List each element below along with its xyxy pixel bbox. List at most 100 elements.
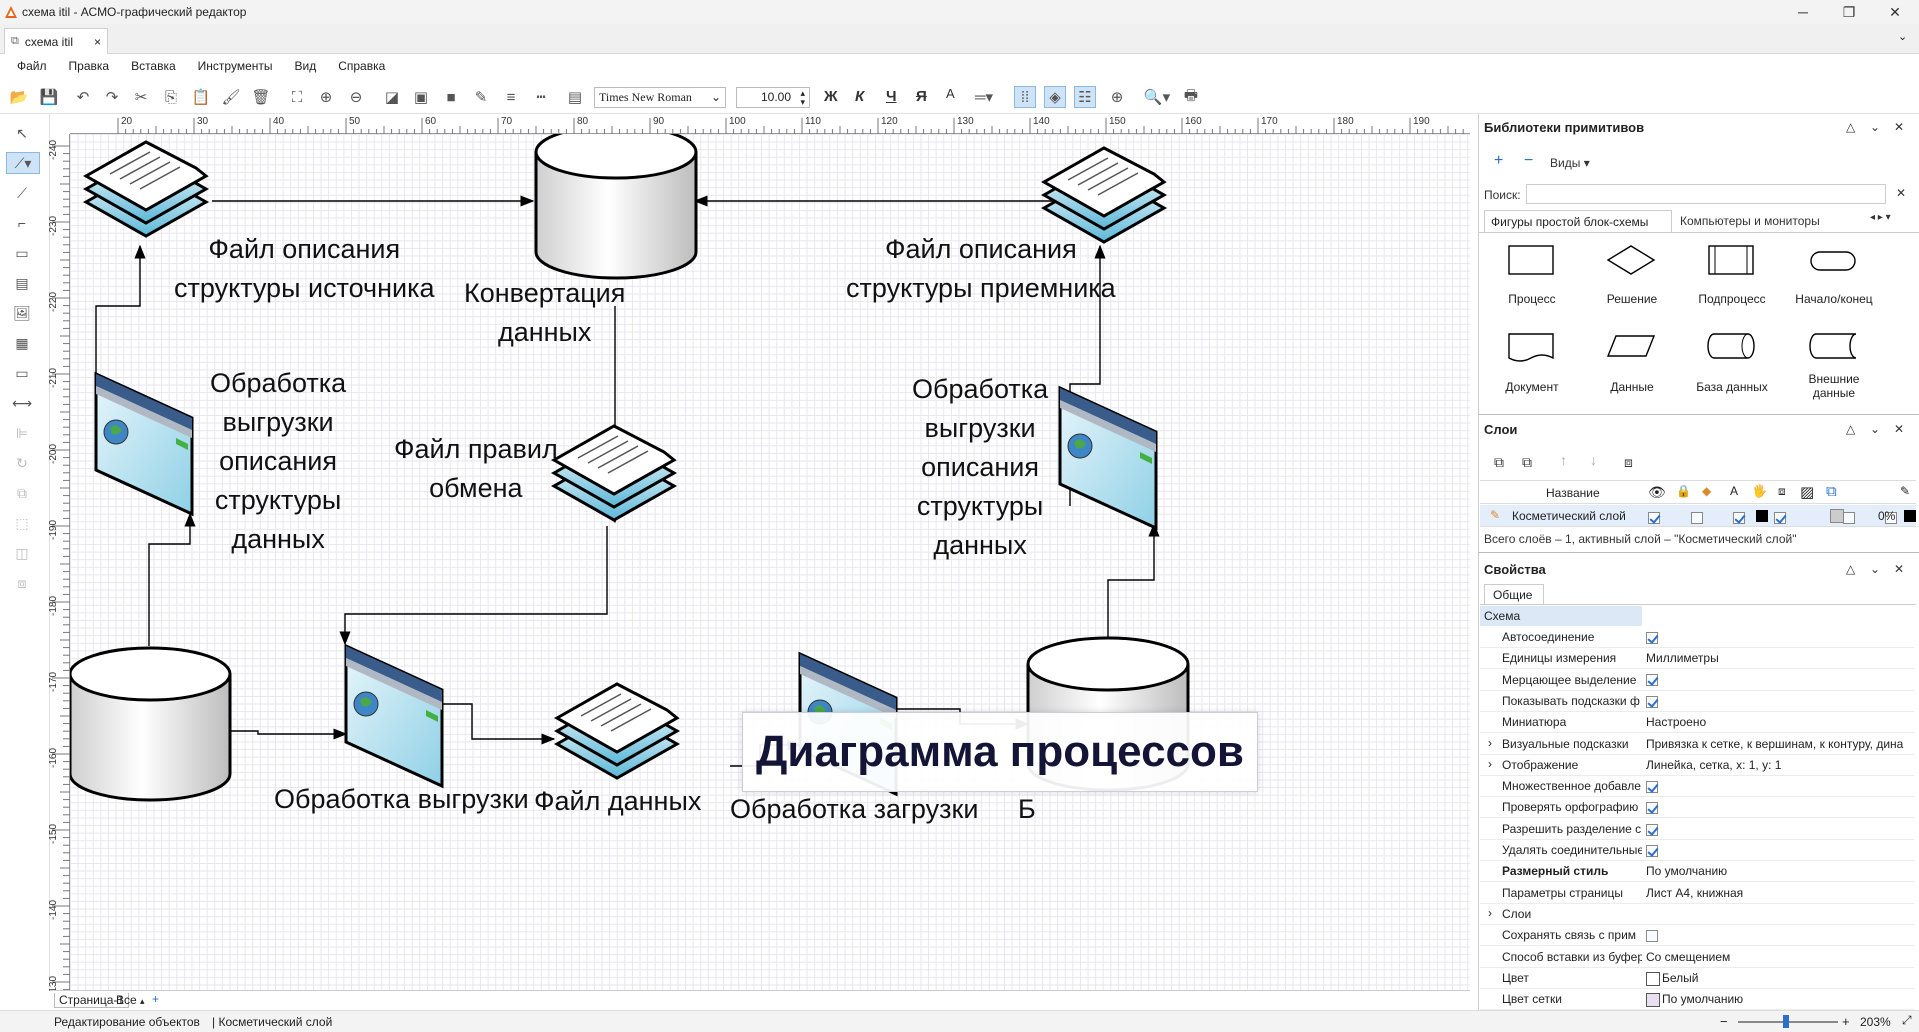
close-window-button[interactable]: ✕	[1872, 0, 1918, 24]
font-color-button[interactable]: A	[946, 86, 955, 101]
screen-shape-export-right[interactable]	[1058, 386, 1158, 530]
views-button[interactable]: Виды ▾	[1550, 156, 1590, 170]
prop-row[interactable]: Параметры страницы Лист А4, книжная	[1480, 883, 1914, 904]
zoom-in-icon[interactable]: ⊕	[315, 86, 337, 108]
shape-subprocess-icon[interactable]	[1708, 245, 1754, 275]
panel-collapse-icon[interactable]: △	[1846, 120, 1855, 134]
move-layer-down-icon[interactable]: ↓	[1590, 452, 1597, 468]
add-layer-icon[interactable]: ⧉	[1494, 454, 1504, 471]
db-shape-conversion[interactable]	[534, 134, 698, 280]
props-menu-icon[interactable]: ⌄	[1870, 562, 1880, 576]
layer-color-swatch[interactable]	[1756, 510, 1768, 522]
arrow-style-icon[interactable]: ═▾	[970, 86, 998, 108]
screen-shape-export-bottom[interactable]	[344, 644, 444, 788]
prop-value[interactable]	[1646, 800, 1914, 815]
line-color-icon[interactable]: ✎	[470, 86, 492, 108]
line-weight-icon[interactable]: ≡	[500, 86, 522, 108]
connector-tool-icon[interactable]: ⟋▾	[6, 152, 40, 174]
props-close-icon[interactable]: ✕	[1894, 562, 1904, 576]
snap-point-icon[interactable]: ⊕	[1106, 86, 1128, 108]
prop-value[interactable]: По умолчанию	[1646, 992, 1914, 1007]
props-tab-general[interactable]: Общие	[1484, 584, 1544, 604]
frame-tool-icon[interactable]: ▭	[10, 362, 34, 384]
library-search-input[interactable]	[1526, 184, 1886, 204]
cut-icon[interactable]: ✂	[130, 86, 152, 108]
zoom-out-icon[interactable]: ⊖	[345, 86, 367, 108]
prop-value[interactable]: Со смещением	[1646, 950, 1914, 964]
font-family-select[interactable]: Times New Roman ⌄	[594, 87, 726, 108]
add-page-button[interactable]: +	[152, 992, 159, 1006]
expand-chevron-icon[interactable]: ›	[1488, 906, 1492, 920]
zoom-in-small-icon[interactable]: +	[1842, 1014, 1850, 1029]
zoom-out-small-icon[interactable]: −	[1720, 1014, 1728, 1029]
shape-document-icon[interactable]	[1508, 333, 1554, 362]
format-painter-icon[interactable]: 🖌	[220, 86, 242, 108]
layer-snap-checkbox[interactable]	[1843, 511, 1856, 524]
prop-value[interactable]: Настроено	[1646, 715, 1914, 729]
doc-shape-source-structure[interactable]	[84, 140, 208, 238]
paste-icon[interactable]: 📋	[190, 86, 212, 108]
library-tab-computers[interactable]: Компьютеры и мониторы	[1674, 210, 1854, 232]
menu-help[interactable]: Справка	[327, 59, 396, 73]
prop-value[interactable]: Привязка к сетке, к вершинам, к контуру,…	[1646, 737, 1914, 751]
layers-close-icon[interactable]: ✕	[1894, 422, 1904, 436]
print-icon[interactable]: 🖶	[1180, 86, 1202, 108]
layer-lock-checkbox[interactable]	[1691, 511, 1704, 524]
undo-icon[interactable]: ↶	[72, 86, 94, 108]
prop-row[interactable]: › Визуальные подсказки Привязка к сетке, к…	[1480, 734, 1914, 755]
menu-edit[interactable]: Правка	[58, 59, 121, 73]
zoom-menu-icon[interactable]: 🔍▾	[1142, 86, 1172, 108]
rectangle-tool-icon[interactable]: ▭	[10, 242, 34, 264]
maximize-button[interactable]: ❐	[1826, 0, 1872, 24]
layers-toggle-icon[interactable]: ◈	[1044, 86, 1066, 108]
props-collapse-icon[interactable]: △	[1846, 562, 1855, 576]
prop-value[interactable]	[1646, 843, 1914, 857]
prop-value[interactable]	[1646, 673, 1914, 687]
prop-row[interactable]: Единицы измерения Миллиметры	[1480, 648, 1914, 670]
shape-external-data-icon[interactable]	[1809, 333, 1857, 359]
prop-checkbox[interactable]	[1646, 823, 1658, 836]
shape-style-icon[interactable]: ▣	[410, 86, 432, 108]
minimize-button[interactable]: ─	[1780, 0, 1826, 24]
screen-shape-export-left[interactable]	[94, 372, 194, 516]
transform-icon[interactable]: ◫	[10, 542, 34, 564]
prop-row[interactable]: Удалять соединительные	[1480, 840, 1914, 861]
fill-bucket-icon[interactable]: ◪	[381, 86, 403, 108]
table-tool-icon[interactable]: ▦	[10, 332, 34, 354]
fill-color-icon[interactable]: ■	[440, 86, 462, 108]
prop-value[interactable]: Миллиметры	[1646, 651, 1914, 665]
prop-row[interactable]: Множественное добавле	[1480, 776, 1914, 798]
line-style-icon[interactable]: ┅	[530, 86, 552, 108]
prop-checkbox[interactable]	[1646, 674, 1658, 687]
prop-checkbox[interactable]	[1646, 844, 1658, 857]
layer-visible-checkbox[interactable]	[1648, 511, 1660, 524]
fullscreen-icon[interactable]: ⤢	[1902, 1013, 1912, 1028]
all-pages-tab[interactable]: Все ▴	[116, 993, 145, 1007]
prop-row[interactable]: Цвет Белый	[1480, 968, 1914, 989]
combine-icon[interactable]: ⧈	[10, 572, 34, 594]
layers-collapse-icon[interactable]: △	[1846, 422, 1855, 436]
prop-row[interactable]: Сохранять связь с прим	[1480, 925, 1914, 947]
open-icon[interactable]: 📂	[8, 86, 30, 108]
prop-value[interactable]	[1646, 694, 1914, 708]
diagram-title-banner[interactable]: Диаграмма процессов	[742, 712, 1258, 792]
layer-fill-swatch[interactable]	[1830, 509, 1844, 523]
expand-chevron-icon[interactable]: ›	[1488, 757, 1492, 771]
shape-terminator-icon[interactable]	[1810, 251, 1856, 271]
redo-icon[interactable]: ↷	[101, 86, 123, 108]
menu-insert[interactable]: Вставка	[120, 59, 187, 73]
shape-data-icon[interactable]	[1606, 335, 1656, 357]
prop-value[interactable]	[1646, 630, 1914, 644]
layer-print-checkbox[interactable]	[1774, 511, 1787, 524]
tab-scroll-icon[interactable]: ◂ ▸ ▾	[1870, 212, 1891, 223]
remove-library-icon[interactable]: −	[1524, 152, 1533, 170]
prop-row[interactable]: Показывать подсказки ф	[1480, 691, 1914, 712]
doc-shape-exchange-rules[interactable]	[552, 424, 676, 522]
prop-checkbox[interactable]	[1646, 631, 1658, 644]
prop-checkbox[interactable]	[1646, 930, 1658, 943]
line-tool-icon[interactable]: ⟋	[10, 182, 34, 204]
layers-menu-icon[interactable]: ⌄	[1870, 422, 1880, 436]
doc-shape-target-structure[interactable]	[1042, 146, 1166, 244]
prop-row[interactable]: Проверять орфографию	[1480, 797, 1914, 819]
panel-menu-icon[interactable]: ⌄	[1870, 120, 1880, 134]
